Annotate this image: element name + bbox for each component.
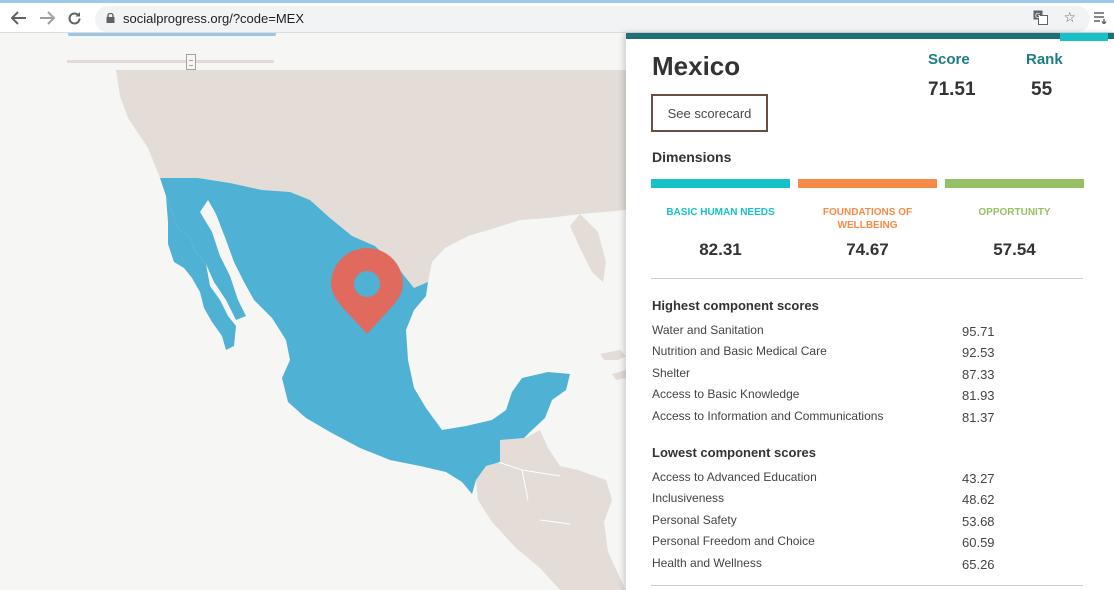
star-icon[interactable]: ☆ [1063, 10, 1076, 26]
address-bar[interactable]: socialprogress.org/?code=MEX G ☆ [95, 6, 1090, 32]
lowest-score-row[interactable]: Access to Advanced Education 43.27 [652, 470, 1072, 490]
dimensions-title: Dimensions [652, 149, 732, 165]
component-name: Access to Information and Communications [652, 409, 884, 423]
component-name: Health and Wellness [652, 556, 762, 570]
divider [651, 585, 1083, 586]
score-label: Score [928, 51, 970, 68]
component-name: Access to Basic Knowledge [652, 387, 800, 401]
component-value: 43.27 [962, 471, 995, 486]
reading-list-icon[interactable] [1094, 11, 1108, 29]
reload-icon[interactable] [63, 8, 85, 28]
svg-text:G: G [1035, 12, 1040, 20]
dimension-label-foundations-of-wellbeing[interactable]: FOUNDATIONS OF WELLBEING [798, 206, 937, 232]
component-value: 48.62 [962, 492, 995, 507]
highest-score-row[interactable]: Water and Sanitation 95.71 [652, 323, 1072, 343]
component-value: 60.59 [962, 535, 995, 550]
dimension-label-basic-human-needs[interactable]: BASIC HUMAN NEEDS [651, 206, 790, 219]
lowest-scores-title: Lowest component scores [652, 445, 816, 460]
dimension-label-opportunity[interactable]: OPPORTUNITY [945, 206, 1084, 219]
dimension-bar-basic-human-needs [651, 179, 790, 188]
component-value: 95.71 [962, 324, 995, 339]
panel-close-tab[interactable] [1060, 33, 1108, 41]
country-detail-panel: Mexico Score Rank 71.51 55 See scorecard… [626, 33, 1114, 590]
back-arrow-icon[interactable] [8, 8, 30, 28]
component-name: Inclusiveness [652, 491, 725, 505]
component-value: 53.68 [962, 514, 995, 529]
component-value: 81.37 [962, 410, 995, 425]
component-name: Personal Freedom and Choice [652, 534, 815, 548]
score-value: 71.51 [928, 79, 976, 100]
map-canvas[interactable] [0, 33, 626, 590]
url-text[interactable]: socialprogress.org/?code=MEX [123, 11, 304, 26]
highest-scores-title: Highest component scores [652, 298, 819, 313]
lowest-score-row[interactable]: Personal Freedom and Choice 60.59 [652, 534, 1072, 554]
highest-score-row[interactable]: Access to Basic Knowledge 81.93 [652, 387, 1072, 407]
dimension-bar-foundations-of-wellbeing [798, 179, 937, 188]
highest-score-row[interactable]: Shelter 87.33 [652, 366, 1072, 386]
forward-arrow-icon[interactable] [36, 8, 58, 28]
component-name: Nutrition and Basic Medical Care [652, 344, 827, 358]
dimension-value-basic-human-needs: 82.31 [699, 240, 742, 259]
see-scorecard-button[interactable]: See scorecard [651, 94, 768, 132]
country-name: Mexico [652, 51, 741, 81]
divider [651, 278, 1083, 279]
dimension-bar-opportunity [945, 179, 1084, 188]
rank-label: Rank [1026, 51, 1063, 68]
dimension-value-foundations-of-wellbeing: 74.67 [846, 240, 889, 259]
component-name: Shelter [652, 366, 691, 380]
caribbean-islands [600, 350, 626, 380]
map-svg [116, 70, 626, 590]
component-name: Water and Sanitation [652, 323, 764, 337]
dimension-value-opportunity: 57.54 [993, 240, 1036, 259]
component-value: 65.26 [962, 557, 995, 572]
lowest-score-row[interactable]: Health and Wellness 65.26 [652, 556, 1072, 576]
lowest-score-row[interactable]: Personal Safety 53.68 [652, 513, 1072, 533]
highest-score-row[interactable]: Nutrition and Basic Medical Care 92.53 [652, 344, 1072, 364]
browser-toolbar: socialprogress.org/?code=MEX G ☆ [0, 0, 1114, 33]
component-name: Personal Safety [652, 513, 737, 527]
component-name: Access to Advanced Education [652, 470, 817, 484]
component-value: 92.53 [962, 345, 995, 360]
lock-icon [106, 13, 115, 23]
panel-accent-bar [626, 33, 1114, 39]
lowest-score-row[interactable]: Inclusiveness 48.62 [652, 491, 1072, 511]
highest-score-row[interactable]: Access to Information and Communications… [652, 409, 1072, 429]
translate-icon[interactable]: G [1033, 10, 1048, 29]
component-value: 81.93 [962, 388, 995, 403]
component-value: 87.33 [962, 367, 995, 382]
florida-land [570, 214, 606, 282]
rank-value: 55 [1031, 79, 1053, 100]
